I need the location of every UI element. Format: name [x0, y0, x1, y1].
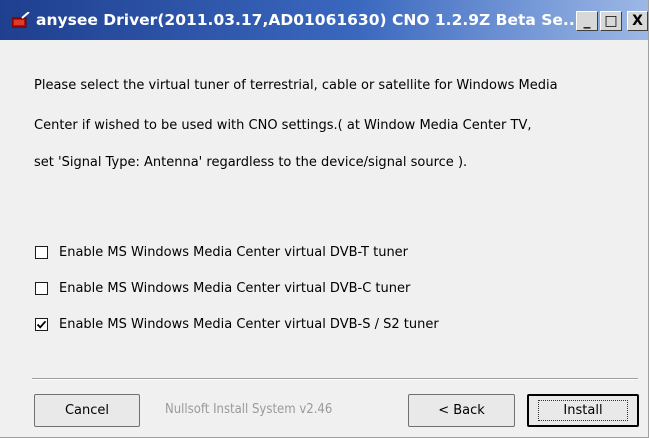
description-line-2: Center if wished to be used with CNO set… [34, 118, 532, 133]
description-line-3: set 'Signal Type: Antenna' regardless to… [34, 155, 468, 170]
back-button[interactable]: < Back [408, 394, 515, 427]
checkmark-icon [36, 320, 47, 329]
footer-divider [32, 378, 638, 380]
close-icon: X [632, 13, 643, 29]
option-dvb-t[interactable]: Enable MS Windows Media Center virtual D… [35, 243, 408, 261]
cancel-button[interactable]: Cancel [34, 394, 140, 427]
minimize-icon: _ [583, 13, 591, 29]
option-dvb-c[interactable]: Enable MS Windows Media Center virtual D… [35, 279, 410, 297]
title-bar[interactable]: anysee Driver(2011.03.17,AD01061630) CNO… [0, 0, 648, 40]
window-title: anysee Driver(2011.03.17,AD01061630) CNO… [36, 11, 576, 29]
cancel-button-label: Cancel [64, 403, 110, 418]
install-button[interactable]: Install [527, 394, 639, 427]
dvb-c-label: Enable MS Windows Media Center virtual D… [59, 280, 411, 296]
install-button-label: Install [538, 400, 628, 421]
installer-window: anysee Driver(2011.03.17,AD01061630) CNO… [0, 0, 649, 438]
option-dvb-s2[interactable]: Enable MS Windows Media Center virtual D… [35, 315, 439, 333]
dvb-s2-checkbox[interactable] [35, 317, 48, 331]
close-button[interactable]: X [627, 11, 648, 31]
description-line-1: Please select the virtual tuner of terre… [34, 78, 558, 93]
dvb-s2-label: Enable MS Windows Media Center virtual D… [59, 316, 439, 332]
nsis-branding: Nullsoft Install System v2.46 [165, 402, 333, 417]
maximize-button[interactable]: □ [600, 11, 622, 31]
maximize-icon: □ [604, 13, 618, 29]
dvb-c-checkbox[interactable] [35, 281, 48, 295]
dvb-t-checkbox[interactable] [35, 245, 48, 259]
minimize-button[interactable]: _ [576, 11, 598, 31]
back-button-label: < Back [438, 403, 485, 418]
dvb-t-label: Enable MS Windows Media Center virtual D… [59, 244, 409, 260]
driver-installer-icon [11, 11, 30, 28]
